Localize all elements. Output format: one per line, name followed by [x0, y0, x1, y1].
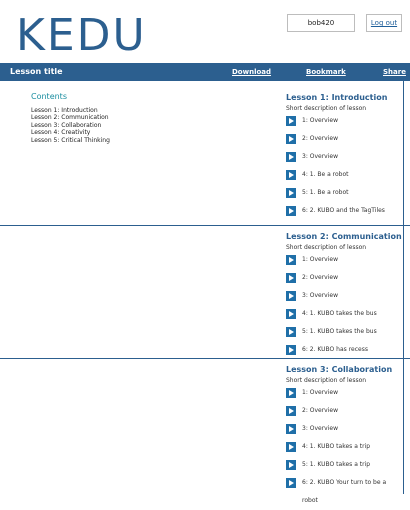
lesson-item[interactable]: 1: Overview	[286, 251, 402, 269]
play-icon[interactable]	[286, 460, 296, 470]
lesson-item-label[interactable]: 1: Overview	[302, 112, 338, 130]
lesson-heading: Lesson 2: Communication	[286, 232, 402, 241]
lesson-item[interactable]: 4: 1. KUBO takes a trip	[286, 438, 392, 456]
lesson-item-label[interactable]: 1: Overview	[302, 251, 338, 269]
lesson-item[interactable]: 5: 1. Be a robot	[286, 184, 387, 202]
lesson-item-label[interactable]: 3: Overview	[302, 148, 338, 166]
lesson-item[interactable]: 5: 1. KUBO takes a trip	[286, 456, 392, 474]
play-icon[interactable]	[286, 406, 296, 416]
lesson-item[interactable]: 4: 1. KUBO takes the bus	[286, 305, 402, 323]
lesson-item-label[interactable]: 1: Overview	[302, 384, 338, 402]
lesson-block-3: Lesson 3: Collaboration Short descriptio…	[286, 365, 393, 504]
lesson-section-3: Lesson 3: Collaboration Short descriptio…	[0, 359, 410, 504]
play-icon[interactable]	[286, 478, 296, 488]
lesson-item-label[interactable]: 2: Overview	[302, 130, 338, 148]
play-icon[interactable]	[286, 116, 296, 126]
lesson-item-label[interactable]: 2: Overview	[302, 402, 338, 420]
play-icon[interactable]	[286, 388, 296, 398]
contents-item[interactable]: Lesson 4: Creativity	[31, 129, 110, 137]
lesson-item[interactable]: 6: 2. KUBO and the TagTiles	[286, 202, 387, 220]
play-icon[interactable]	[286, 424, 296, 434]
content-area: Contents Lesson 1: Introduction Lesson 2…	[0, 81, 410, 504]
contents-item[interactable]: Lesson 3: Collaboration	[31, 122, 110, 130]
play-icon[interactable]	[286, 134, 296, 144]
lesson-item-label[interactable]: 4: 1. Be a robot	[302, 166, 349, 184]
contents-item[interactable]: Lesson 1: Introduction	[31, 107, 110, 115]
play-icon[interactable]	[286, 206, 296, 216]
lesson-item-label[interactable]: 5: 1. Be a robot	[302, 184, 349, 202]
lesson-title: Lesson title	[10, 67, 63, 76]
download-link[interactable]: Download	[232, 63, 271, 81]
play-icon[interactable]	[286, 188, 296, 198]
lesson-item[interactable]: 1: Overview	[286, 384, 392, 402]
lesson-item-label[interactable]: 6: 2. KUBO Your turn to be a robot	[302, 474, 392, 510]
lesson-item[interactable]: 6: 2. KUBO has recess	[286, 341, 402, 359]
lesson-item-label[interactable]: 3: Overview	[302, 420, 338, 438]
header: KEDU bob420 Log out	[0, 0, 410, 62]
lesson-item[interactable]: 4: 1. Be a robot	[286, 166, 387, 184]
play-icon[interactable]	[286, 255, 296, 265]
lesson-item-label[interactable]: 5: 1. KUBO takes the bus	[302, 323, 377, 341]
lesson-item-label[interactable]: 4: 1. KUBO takes the bus	[302, 305, 377, 323]
lesson-description: Short description of lesson	[286, 377, 367, 384]
play-icon[interactable]	[286, 309, 296, 319]
play-icon[interactable]	[286, 291, 296, 301]
lesson-block-1: Lesson 1: Introduction Short description…	[286, 93, 387, 220]
lesson-section-1: Contents Lesson 1: Introduction Lesson 2…	[0, 81, 410, 226]
lesson-item[interactable]: 2: Overview	[286, 269, 402, 287]
lesson-item[interactable]: 6: 2. KUBO Your turn to be a robot	[286, 474, 392, 504]
kedu-logo[interactable]: KEDU	[16, 6, 146, 58]
lesson-item[interactable]: 3: Overview	[286, 420, 392, 438]
lesson-item[interactable]: 3: Overview	[286, 287, 402, 305]
lesson-topbar: Lesson title Download Bookmark Share	[0, 63, 410, 81]
share-link[interactable]: Share	[383, 63, 406, 81]
lesson-block-2: Lesson 2: Communication Short descriptio…	[286, 232, 402, 359]
lesson-item-label[interactable]: 6: 2. KUBO has recess	[302, 341, 368, 359]
play-icon[interactable]	[286, 170, 296, 180]
play-icon[interactable]	[286, 345, 296, 355]
lesson-item[interactable]: 2: Overview	[286, 402, 392, 420]
lesson-item[interactable]: 2: Overview	[286, 130, 387, 148]
contents-item[interactable]: Lesson 5: Critical Thinking	[31, 137, 110, 145]
play-icon[interactable]	[286, 442, 296, 452]
logo-text: KEDU	[16, 10, 146, 58]
lesson-item[interactable]: 3: Overview	[286, 148, 387, 166]
contents-panel: Contents Lesson 1: Introduction Lesson 2…	[31, 93, 110, 144]
play-icon[interactable]	[286, 327, 296, 337]
contents-item[interactable]: Lesson 2: Communication	[31, 114, 110, 122]
lesson-item[interactable]: 1: Overview	[286, 112, 387, 130]
lesson-description: Short description of lesson	[286, 244, 367, 251]
lesson-item[interactable]: 5: 1. KUBO takes the bus	[286, 323, 402, 341]
lesson-item-label[interactable]: 3: Overview	[302, 287, 338, 305]
lesson-description: Short description of lesson	[286, 105, 367, 112]
lesson-section-2: Lesson 2: Communication Short descriptio…	[0, 226, 410, 359]
lesson-item-label[interactable]: 5: 1. KUBO takes a trip	[302, 456, 370, 474]
logout-link[interactable]: Log out	[366, 14, 402, 32]
contents-heading: Contents	[31, 92, 67, 101]
play-icon[interactable]	[286, 273, 296, 283]
lesson-item-label[interactable]: 6: 2. KUBO and the TagTiles	[302, 202, 385, 220]
username-display: bob420	[287, 14, 355, 32]
lesson-item-label[interactable]: 4: 1. KUBO takes a trip	[302, 438, 370, 456]
play-icon[interactable]	[286, 152, 296, 162]
bookmark-link[interactable]: Bookmark	[306, 63, 346, 81]
lesson-heading: Lesson 1: Introduction	[286, 93, 388, 102]
lesson-heading: Lesson 3: Collaboration	[286, 365, 393, 374]
lesson-item-label[interactable]: 2: Overview	[302, 269, 338, 287]
